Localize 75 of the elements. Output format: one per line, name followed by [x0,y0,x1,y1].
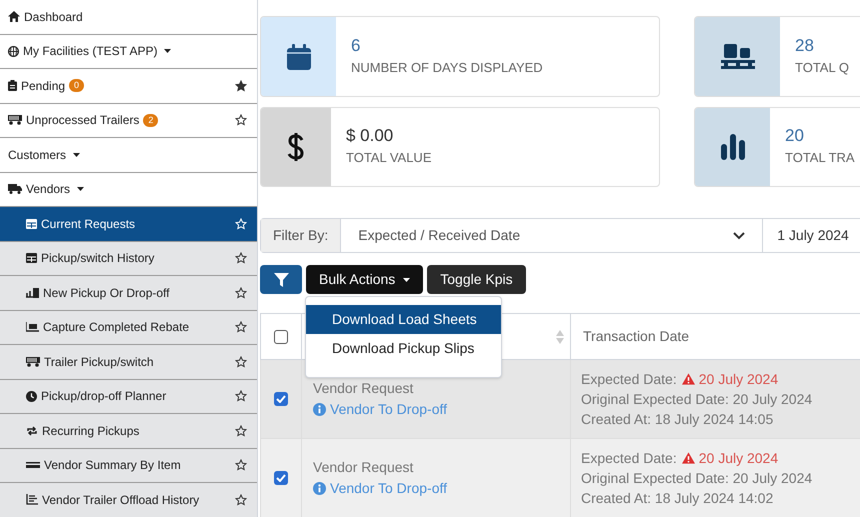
star-icon[interactable] [235,356,247,368]
star-icon[interactable] [235,286,247,299]
sidebar-item[interactable]: Vendor Trailer Offload History [0,483,257,517]
sidebar-item[interactable]: New Pickup Or Drop-off [0,276,257,310]
count-badge: 2 [143,114,158,127]
sidebar-item[interactable]: Recurring Pickups [0,414,257,448]
menu-item[interactable]: Download Pickup Slips [306,334,501,363]
sidebar-item[interactable]: Vendor Summary By Item [0,448,257,483]
star-icon[interactable] [235,252,247,264]
kpi-label: TOTAL Q [795,58,849,77]
expected-label: Expected Date: [581,370,677,389]
menu-item[interactable]: Download Load Sheets [306,305,501,334]
checkbox[interactable] [274,330,288,344]
star-icon[interactable] [235,321,247,334]
clipboard-icon [8,80,17,92]
sidebar-item[interactable]: Capture Completed Rebate [0,310,257,345]
repeat-icon [26,426,38,436]
calendar-icon [286,44,310,70]
warning-icon [682,452,695,464]
kpi-label: TOTAL VALUE [346,149,432,168]
expected-date: 20 July 2024 [698,370,778,389]
clock-icon [26,390,37,402]
kpi-value: 28 [795,36,815,56]
sidebar-item[interactable]: Current Requests [0,207,257,242]
rows-icon [26,462,40,468]
kpi-label: NUMBER OF DAYS DISPLAYED [351,58,543,77]
sidebar-item[interactable]: My Facilities (TEST APP) [0,34,257,69]
truck-icon [8,184,22,194]
sidebar-item[interactable]: Vendors [0,172,257,207]
kpi-label: TOTAL TRA [785,149,855,168]
pallet-icon [720,44,754,70]
kpi-value: 6 [351,36,362,56]
checkbox[interactable] [274,471,288,485]
original-date: Original Expected Date: 20 July 2024 [581,469,812,488]
request-type: Vendor Request [313,379,414,398]
checkbox[interactable] [274,392,288,406]
star-icon[interactable] [235,424,247,437]
caret-icon [403,278,410,282]
expected-label: Expected Date: [581,449,677,468]
dolly-icon [26,288,39,298]
request-type: Vendor Request [313,458,414,477]
globe-icon [8,46,19,57]
toggle-kpis-button[interactable]: Toggle Kpis [427,265,526,294]
sidebar-item[interactable]: Pickup/drop-off Planner [0,380,257,414]
created-at: Created At: 18 July 2024 14:02 [581,489,774,508]
cart-icon [26,322,39,332]
filter-icon [274,272,288,286]
sidebar-item[interactable]: Pickup/switch History [0,242,257,276]
bulk-actions-button[interactable]: Bulk Actions [306,265,424,294]
table-icon [26,253,37,264]
info-icon [313,403,326,416]
star-icon[interactable] [235,80,247,92]
sidebar-item[interactable]: Unprocessed Trailers 2 [0,104,257,138]
star-icon[interactable] [235,459,247,472]
created-at: Created At: 18 July 2024 14:05 [581,410,774,429]
count-badge: 0 [69,79,84,92]
sidebar-item[interactable]: Trailer Pickup/switch [0,345,257,380]
kpi-value: $ 0.00 [346,126,394,146]
star-icon[interactable] [235,390,247,402]
trailer-icon [8,115,22,126]
dollar-icon [287,132,305,162]
chart-list-icon [26,494,38,506]
info-icon [313,482,326,495]
expected-date: 20 July 2024 [698,449,778,468]
column-header[interactable]: Transaction Date [571,314,690,359]
table-icon [26,218,37,229]
original-date: Original Expected Date: 20 July 2024 [581,390,812,409]
bar-chart-icon [720,134,744,160]
star-icon[interactable] [235,494,247,506]
star-icon[interactable] [235,114,247,126]
warning-icon [682,373,695,385]
trailer-icon [26,356,40,367]
home-icon [8,11,20,22]
kpi-value: 20 [785,126,805,146]
filter-button[interactable] [260,265,302,294]
